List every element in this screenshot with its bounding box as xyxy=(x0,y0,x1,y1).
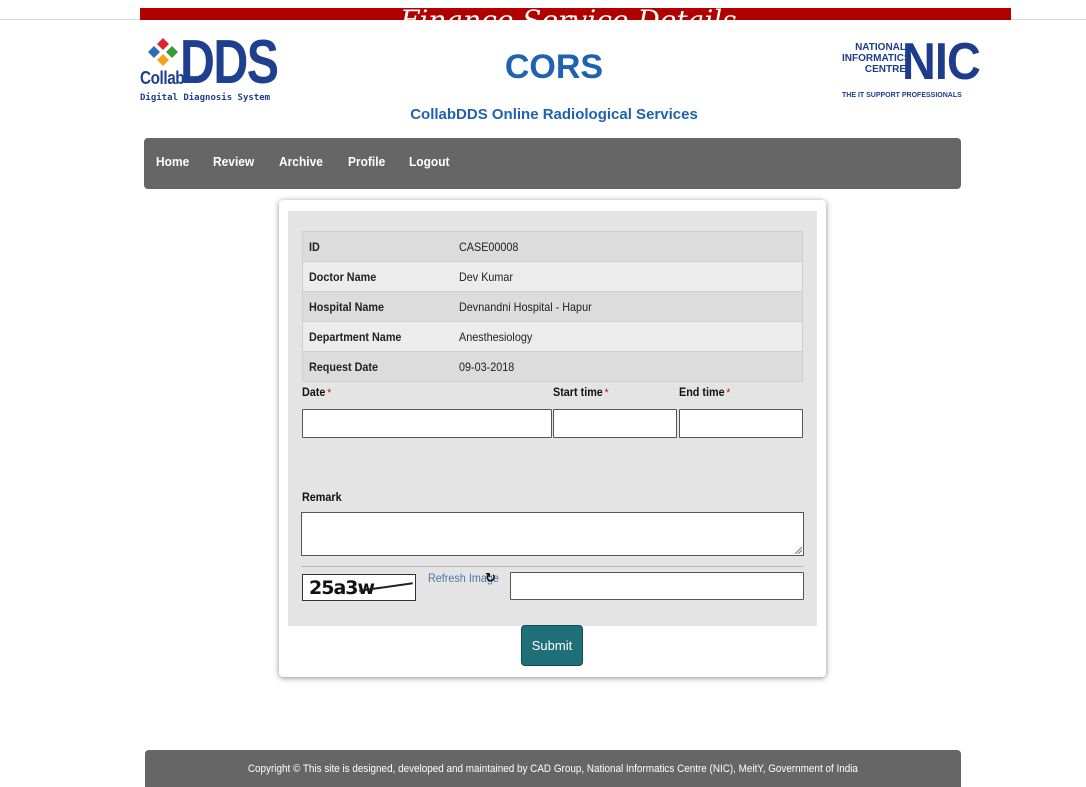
nic-logo-text: NATIONAL INFORMATICS CENTRE xyxy=(842,42,911,75)
nic-tagline: THE IT SUPPORT PROFESSIONALS xyxy=(842,92,962,99)
row-value: CASE00008 xyxy=(452,231,803,262)
nav-archive[interactable]: Archive xyxy=(279,154,323,169)
form-divider xyxy=(301,566,804,567)
row-value: 09-03-2018 xyxy=(452,351,803,382)
row-value: Devnandni Hospital - Hapur xyxy=(452,291,803,322)
nic-line-1: NATIONAL xyxy=(855,42,906,53)
remark-label: Remark xyxy=(302,490,342,504)
main-navbar: Home Review Archive Profile Logout xyxy=(144,138,961,189)
required-mark: * xyxy=(726,387,731,399)
case-form-card: ID CASE00008 Doctor Name Dev Kumar Hospi… xyxy=(279,200,826,677)
nav-profile[interactable]: Profile xyxy=(348,154,385,169)
footer-text: Copyright © This site is designed, devel… xyxy=(247,762,859,775)
start-time-input[interactable] xyxy=(553,409,677,438)
row-label: Doctor Name xyxy=(302,261,453,292)
required-mark: * xyxy=(604,387,609,399)
row-label: Hospital Name xyxy=(302,291,453,322)
row-label: Department Name xyxy=(302,321,453,352)
row-label: ID xyxy=(302,231,453,262)
row-label: Request Date xyxy=(302,351,453,382)
banner-text: Finance Service Details xyxy=(400,8,737,20)
table-row: Department Name Anesthesiology xyxy=(302,321,803,352)
case-details-table: ID CASE00008 Doctor Name Dev Kumar Hospi… xyxy=(302,231,803,382)
end-time-input[interactable] xyxy=(679,409,803,438)
captcha-image: 25a3w xyxy=(302,574,416,601)
required-mark: * xyxy=(327,387,332,399)
page-banner: Finance Service Details xyxy=(140,8,1011,20)
table-row: Hospital Name Devnandni Hospital - Hapur xyxy=(302,291,803,322)
nav-review[interactable]: Review xyxy=(213,154,254,169)
row-value: Anesthesiology xyxy=(452,321,803,352)
date-input[interactable] xyxy=(302,409,552,438)
start-time-label: Start time * xyxy=(553,385,609,399)
nav-logout[interactable]: Logout xyxy=(409,154,450,169)
submit-button[interactable]: Submit xyxy=(521,625,583,666)
remark-textarea[interactable] xyxy=(301,512,804,556)
logo-tagline: Digital Diagnosis System xyxy=(140,93,271,103)
date-label: Date * xyxy=(302,385,332,399)
nic-line-3: CENTRE xyxy=(864,64,906,75)
page-footer: Copyright © This site is designed, devel… xyxy=(145,750,961,787)
table-row: Request Date 09-03-2018 xyxy=(302,351,803,382)
row-value: Dev Kumar xyxy=(452,261,803,292)
nic-logo: NATIONAL INFORMATICS CENTRE NIC THE IT S… xyxy=(842,36,981,102)
end-time-label: End time * xyxy=(679,385,731,399)
table-row: ID CASE00008 xyxy=(302,231,803,262)
refresh-icon[interactable]: ↻ xyxy=(485,571,496,586)
nic-line-2: INFORMATICS xyxy=(842,53,911,64)
form-panel: ID CASE00008 Doctor Name Dev Kumar Hospi… xyxy=(288,211,817,626)
nav-home[interactable]: Home xyxy=(156,154,189,169)
nic-wordmark: NIC xyxy=(902,33,981,91)
resize-grip-icon[interactable] xyxy=(795,547,802,554)
app-subtitle: CollabDDS Online Radiological Services xyxy=(410,106,698,123)
captcha-input[interactable] xyxy=(510,572,804,600)
table-row: Doctor Name Dev Kumar xyxy=(302,261,803,292)
